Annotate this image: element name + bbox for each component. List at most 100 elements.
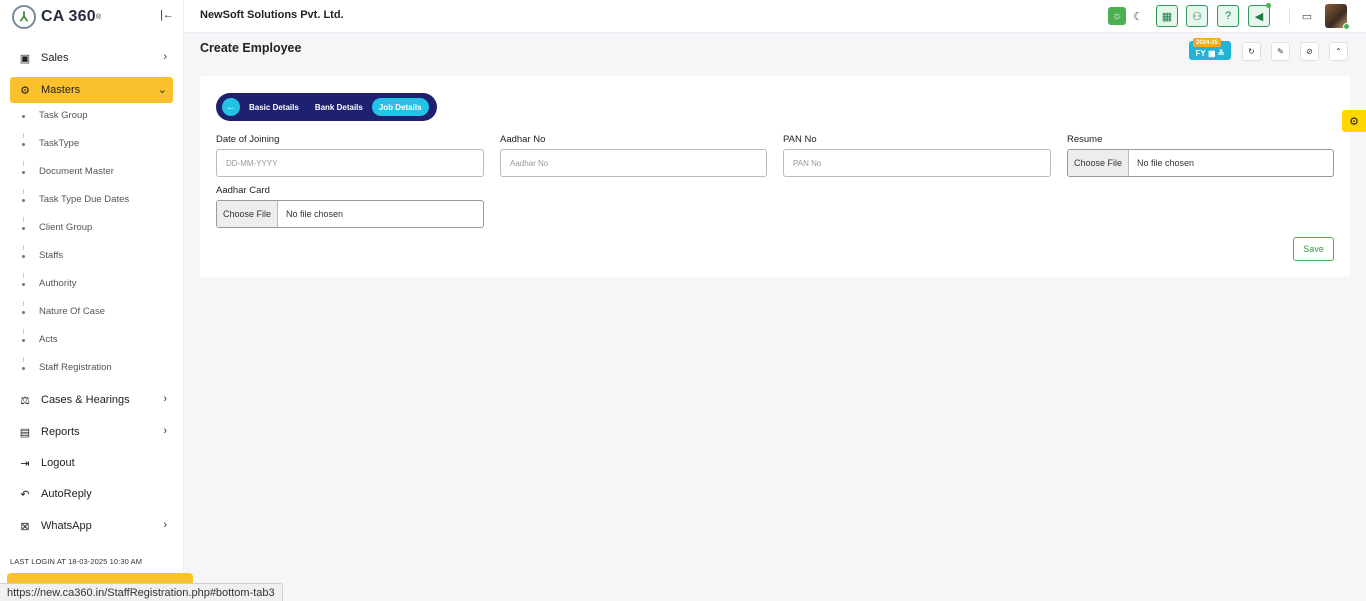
dark-mode-icon[interactable]: ☾ bbox=[1127, 5, 1149, 27]
submenu-staffs[interactable]: Staffs bbox=[39, 250, 63, 261]
sidebar-item-label: Reports bbox=[41, 426, 80, 438]
sidebar-item-label: Logout bbox=[41, 457, 75, 469]
file-icon: ▤ bbox=[19, 426, 31, 439]
online-status-icon bbox=[1343, 23, 1350, 30]
help-icon[interactable]: ? bbox=[1217, 5, 1239, 27]
notification-dot bbox=[1266, 3, 1271, 8]
scales-icon: ⚖ bbox=[20, 394, 30, 407]
sidebar-item-autoreply[interactable]: ↶ AutoReply bbox=[10, 481, 173, 507]
submenu-client-group[interactable]: Client Group bbox=[39, 222, 92, 233]
submenu-bullet bbox=[22, 115, 25, 118]
logo[interactable]: ⅄ CA 360 ® bbox=[12, 4, 101, 30]
submenu-connector bbox=[23, 217, 24, 222]
status-bar-url: https://new.ca360.in/StaffRegistration.p… bbox=[0, 583, 283, 601]
back-arrow-icon[interactable]: ← bbox=[222, 98, 240, 116]
submenu-connector bbox=[23, 273, 24, 278]
grid-icon[interactable]: ▦ bbox=[1156, 5, 1178, 27]
fy-year-badge: 2024-25 bbox=[1193, 38, 1222, 47]
sidebar-item-reports[interactable]: ▤ Reports › bbox=[10, 419, 173, 445]
company-name: NewSoft Solutions Pvt. Ltd. bbox=[200, 9, 344, 21]
chevron-right-icon: › bbox=[163, 519, 167, 531]
fy-label: FY bbox=[1195, 49, 1206, 58]
submenu-bullet bbox=[22, 311, 25, 314]
refresh-icon[interactable]: ↻ bbox=[1242, 42, 1261, 61]
submenu-bullet bbox=[22, 143, 25, 146]
submenu-connector bbox=[23, 357, 24, 362]
sidebar-item-sales[interactable]: ▣ Sales › bbox=[10, 45, 173, 71]
chevron-right-icon: › bbox=[163, 51, 167, 63]
sidebar-item-label: Masters bbox=[41, 84, 81, 96]
sidebar-item-label: WhatsApp bbox=[41, 520, 92, 532]
brand-name: CA 360 bbox=[41, 8, 96, 25]
pin-icon[interactable]: ✎ bbox=[1271, 42, 1290, 61]
message-icon[interactable]: ▭ bbox=[1296, 5, 1318, 27]
submenu-authority[interactable]: Authority bbox=[39, 278, 77, 289]
gears-icon: ⚙ bbox=[20, 84, 30, 97]
chevron-right-icon: › bbox=[163, 393, 167, 405]
choose-file-button[interactable]: Choose File bbox=[217, 201, 279, 227]
avatar[interactable] bbox=[1325, 4, 1350, 30]
megaphone-icon[interactable]: ◀ bbox=[1248, 3, 1271, 27]
sidebar-item-cases-hearings[interactable]: ⚖ Cases & Hearings › bbox=[10, 387, 173, 413]
logo-icon: ⅄ bbox=[12, 5, 36, 29]
aadhar-card-label: Aadhar Card bbox=[216, 185, 270, 196]
sync-icon[interactable]: ⊘ bbox=[1300, 42, 1319, 61]
submenu-tasktype[interactable]: TaskType bbox=[39, 138, 79, 149]
submenu-bullet bbox=[22, 339, 25, 342]
chevron-right-icon: › bbox=[163, 425, 167, 437]
logout-icon: ⇥ bbox=[20, 457, 30, 470]
whatsapp-icon: ⊠ bbox=[20, 520, 30, 533]
submenu-connector bbox=[23, 329, 24, 334]
money-icon: ▣ bbox=[19, 52, 31, 65]
submenu-bullet bbox=[22, 171, 25, 174]
save-button[interactable]: Save bbox=[1293, 237, 1334, 261]
sidebar-item-whatsapp[interactable]: ⊠ WhatsApp › bbox=[10, 513, 173, 539]
submenu-bullet bbox=[22, 367, 25, 370]
file-status: No file chosen bbox=[286, 209, 344, 219]
aadhar-no-label: Aadhar No bbox=[500, 134, 546, 145]
sidebar-item-label: AutoReply bbox=[41, 488, 92, 500]
submenu-connector bbox=[23, 301, 24, 306]
aadhar-card-file-input[interactable]: Choose File No file chosen bbox=[216, 200, 484, 228]
submenu-document-master[interactable]: Document Master bbox=[39, 166, 114, 177]
tab-basic-details[interactable]: Basic Details bbox=[249, 103, 299, 112]
resume-label: Resume bbox=[1067, 134, 1103, 145]
topbar: NewSoft Solutions Pvt. Ltd. ☼ ☾ ▦ ⚇ ? ◀ … bbox=[184, 0, 1366, 33]
submenu-bullet bbox=[22, 283, 25, 286]
page-title: Create Employee bbox=[200, 41, 302, 55]
submenu-bullet bbox=[22, 255, 25, 258]
submenu-bullet bbox=[22, 227, 25, 230]
pan-input[interactable] bbox=[783, 149, 1051, 177]
submenu-bullet bbox=[22, 199, 25, 202]
resume-file-input[interactable]: Choose File No file chosen bbox=[1067, 149, 1334, 177]
submenu-connector bbox=[23, 189, 24, 194]
step-tabs: ← Basic Details Bank Details Job Details bbox=[216, 93, 437, 121]
collapse-up-icon[interactable]: ⌃ bbox=[1329, 42, 1348, 61]
submenu-acts[interactable]: Acts bbox=[39, 334, 57, 345]
divider bbox=[1289, 9, 1290, 25]
aadhar-no-input[interactable] bbox=[500, 149, 767, 177]
tab-job-details[interactable]: Job Details bbox=[371, 98, 429, 116]
collapse-sidebar-icon[interactable]: |← bbox=[160, 9, 174, 21]
choose-file-button[interactable]: Choose File bbox=[1068, 150, 1130, 176]
sidebar-item-label: Cases & Hearings bbox=[41, 394, 130, 406]
light-mode-icon[interactable]: ☼ bbox=[1108, 7, 1126, 25]
tab-bank-details[interactable]: Bank Details bbox=[315, 103, 363, 112]
file-status: No file chosen bbox=[1137, 158, 1195, 168]
reply-icon: ↶ bbox=[20, 488, 30, 501]
submenu-nature-of-case[interactable]: Nature Of Case bbox=[39, 306, 105, 317]
submenu-staff-registration[interactable]: Staff Registration bbox=[39, 362, 112, 373]
submenu-task-group[interactable]: Task Group bbox=[39, 110, 88, 121]
sidebar-item-label: Sales bbox=[41, 52, 69, 64]
settings-gear-icon[interactable]: ⚙ bbox=[1342, 110, 1366, 132]
submenu-task-type-due-dates[interactable]: Task Type Due Dates bbox=[39, 194, 129, 205]
sidebar-item-masters[interactable]: ⚙ Masters ⌄ bbox=[10, 77, 173, 103]
submenu-connector bbox=[23, 133, 24, 138]
submenu-connector bbox=[23, 161, 24, 166]
sidebar-item-logout[interactable]: ⇥ Logout bbox=[10, 450, 173, 476]
pan-label: PAN No bbox=[783, 134, 817, 145]
users-icon[interactable]: ⚇ bbox=[1186, 5, 1208, 27]
doj-input[interactable] bbox=[216, 149, 484, 177]
registered-icon: ® bbox=[95, 13, 102, 21]
form-card: ← Basic Details Bank Details Job Details… bbox=[200, 76, 1350, 277]
